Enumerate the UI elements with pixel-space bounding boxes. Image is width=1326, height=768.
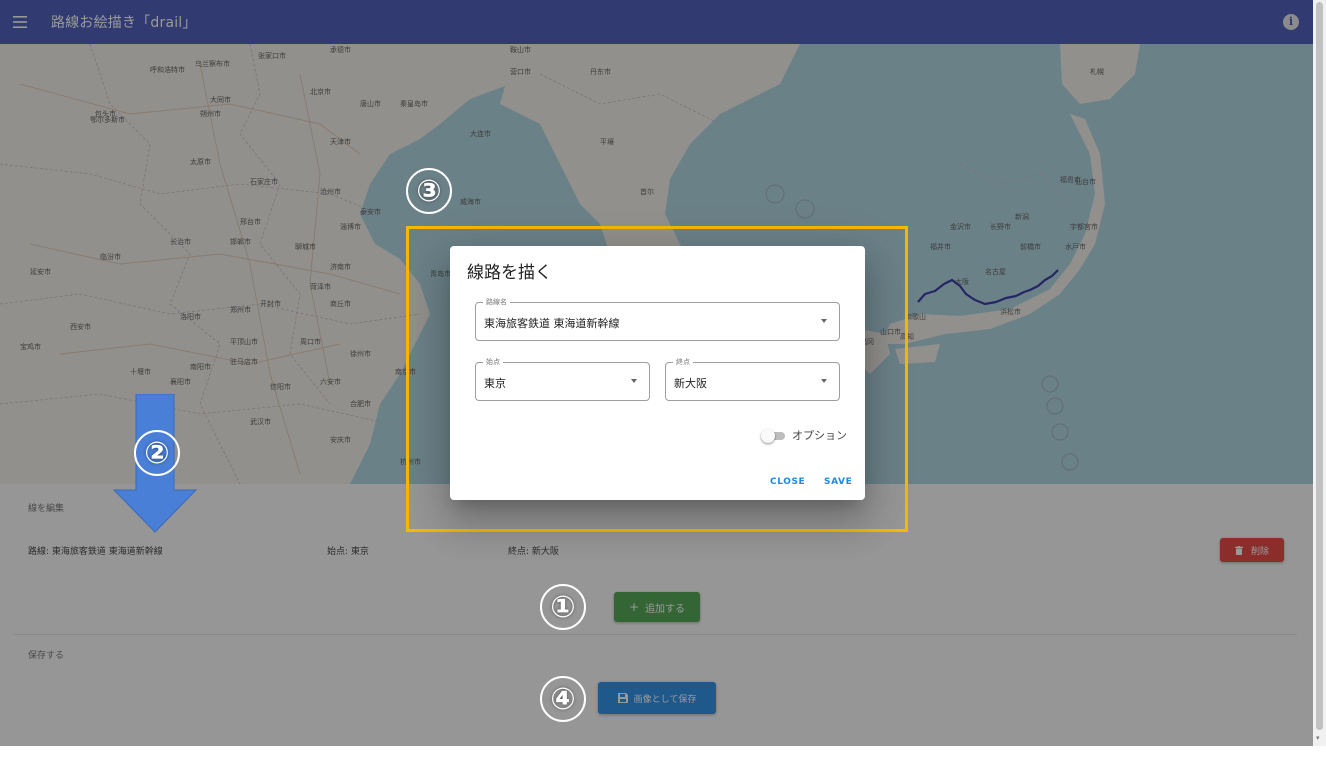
end-station-label: 終点: [673, 357, 693, 367]
annotation-number-4: ④: [540, 676, 586, 722]
start-station-value: 東京: [484, 377, 506, 390]
chevron-down-icon: [821, 379, 827, 383]
close-button[interactable]: CLOSE: [770, 477, 805, 487]
option-toggle[interactable]: [761, 429, 787, 443]
start-station-select[interactable]: 始点 東京: [475, 357, 650, 401]
scrollbar[interactable]: ▾: [1313, 0, 1326, 746]
option-toggle-thumb: [761, 429, 775, 443]
chevron-down-icon: [821, 319, 827, 323]
route-name-value: 東海旅客鉄道 東海道新幹線: [484, 317, 620, 330]
option-toggle-label: オプション: [792, 429, 847, 442]
scrollbar-thumb[interactable]: [1316, 2, 1323, 730]
save-button[interactable]: SAVE: [824, 477, 852, 487]
annotation-number-2: ②: [134, 430, 180, 476]
route-name-label: 路線名: [483, 297, 510, 307]
route-name-select[interactable]: 路線名 東海旅客鉄道 東海道新幹線: [475, 297, 840, 341]
dialog-title: 線路を描く: [467, 263, 552, 283]
chevron-down-icon: [631, 379, 637, 383]
start-station-label: 始点: [483, 357, 503, 367]
end-station-value: 新大阪: [674, 377, 707, 390]
draw-route-dialog: 線路を描く 路線名 東海旅客鉄道 東海道新幹線 始点 東京 終点 新大阪 CLO…: [450, 246, 865, 500]
scroll-down-arrow-icon[interactable]: ▾: [1316, 734, 1320, 742]
annotation-number-1: ①: [540, 584, 586, 630]
end-station-select[interactable]: 終点 新大阪: [665, 357, 840, 401]
annotation-number-3: ③: [406, 168, 452, 214]
